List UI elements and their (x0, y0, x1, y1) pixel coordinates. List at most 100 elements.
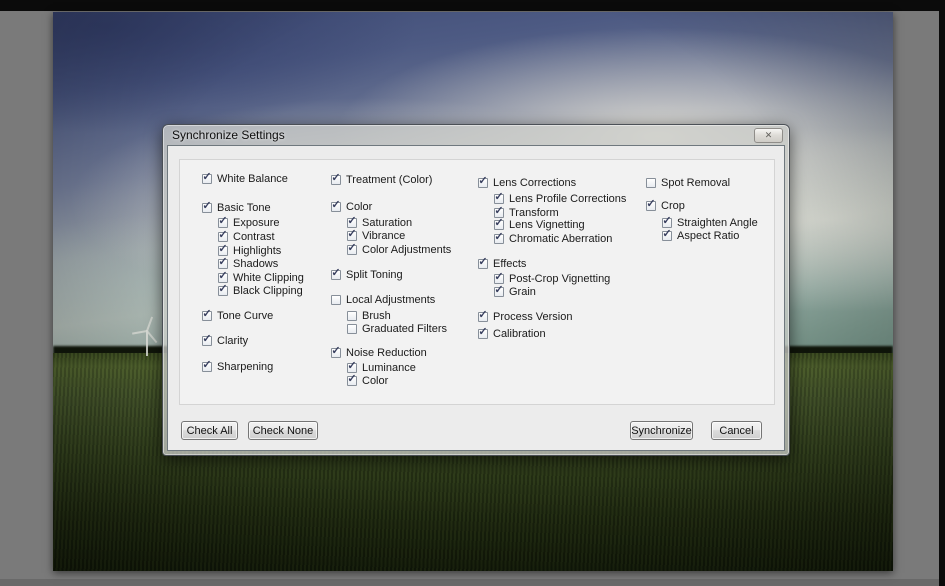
checkbox-label: Spot Removal (661, 177, 730, 189)
check-icon: ✓ (494, 273, 503, 282)
checkbox-crop[interactable]: ✓ Crop (646, 199, 685, 212)
check-none-button[interactable]: Check None (248, 421, 318, 440)
synchronize-settings-dialog: Synchronize Settings ✕ ✓White Balance ✓ B… (162, 124, 790, 456)
checkbox-box: ✓ (202, 336, 212, 346)
checkbox-graduated-filters[interactable]: Graduated Filters (347, 322, 447, 335)
check-icon: ✓ (331, 174, 340, 183)
checkbox-label: Black Clipping (233, 285, 303, 297)
checkbox-box: ✓ (347, 376, 357, 386)
checkbox-label: Local Adjustments (346, 294, 435, 306)
checkbox-label: Color Adjustments (362, 244, 451, 256)
checkbox-box: ✓ (494, 234, 504, 244)
check-icon: ✓ (202, 361, 211, 370)
checkbox-box: ✓ (662, 231, 672, 241)
checkbox-straighten-angle[interactable]: ✓Straighten Angle (662, 216, 758, 229)
checkbox-box: ✓ (202, 311, 212, 321)
checkbox-label: Tone Curve (217, 310, 273, 322)
checkbox-box: ✓ (494, 208, 504, 218)
checkbox-saturation[interactable]: ✓ Saturation (347, 216, 412, 229)
checkbox-box: ✓ (478, 312, 488, 322)
checkbox-label: Saturation (362, 217, 412, 229)
checkbox-treatment-color[interactable]: ✓ Treatment (Color) (331, 173, 432, 186)
checkbox-spot-removal[interactable]: Spot Removal (646, 176, 730, 189)
checkbox-box: ✓ (331, 270, 341, 280)
checkbox-box: ✓ (218, 218, 228, 228)
checkbox-grain[interactable]: ✓Grain (494, 285, 536, 298)
checkbox-label: Color (362, 375, 388, 387)
checkbox-calibration[interactable]: ✓ Calibration (478, 327, 546, 340)
checkbox-brush[interactable]: Brush (347, 309, 391, 322)
checkbox-label: White Clipping (233, 272, 304, 284)
checkbox-box (646, 178, 656, 188)
checkbox-box (347, 311, 357, 321)
checkbox-box: ✓ (218, 232, 228, 242)
checkbox-vibrance[interactable]: ✓Vibrance (347, 229, 405, 242)
checkbox-box: ✓ (494, 287, 504, 297)
check-all-button[interactable]: Check All (181, 421, 238, 440)
checkbox-color[interactable]: ✓Color (331, 200, 372, 213)
check-icon: ✓ (347, 217, 356, 226)
check-icon: ✓ (478, 328, 487, 337)
checkbox-box: ✓ (347, 231, 357, 241)
checkbox-lens-corrections[interactable]: ✓Lens Corrections (478, 176, 576, 189)
close-icon: ✕ (765, 131, 773, 140)
checkbox-split-toning[interactable]: ✓Split Toning (331, 268, 403, 281)
checkbox-label: Color (346, 201, 372, 213)
checkbox-contrast[interactable]: ✓Contrast (218, 230, 275, 243)
checkbox-clarity[interactable]: ✓Clarity (202, 334, 248, 347)
check-icon: ✓ (646, 200, 655, 209)
cancel-button[interactable]: Cancel (711, 421, 762, 440)
checkbox-process-version[interactable]: ✓Process Version (478, 310, 572, 323)
check-icon: ✓ (202, 310, 211, 319)
checkbox-noise-color[interactable]: ✓ Color (347, 374, 388, 387)
checkbox-black-clipping[interactable]: ✓ Black Clipping (218, 284, 303, 297)
check-icon: ✓ (494, 219, 503, 228)
check-icon: ✓ (202, 335, 211, 344)
check-icon: ✓ (347, 362, 356, 371)
checkbox-box: ✓ (347, 363, 357, 373)
checkbox-box: ✓ (218, 286, 228, 296)
checkbox-box: ✓ (347, 218, 357, 228)
checkbox-white-clipping[interactable]: ✓White Clipping (218, 271, 304, 284)
checkbox-box: ✓ (202, 174, 212, 184)
checkbox-lens-vignetting[interactable]: ✓ Lens Vignetting (494, 218, 585, 231)
bottom-bar (0, 579, 939, 586)
checkbox-aspect-ratio[interactable]: ✓Aspect Ratio (662, 229, 739, 242)
checkbox-label: Calibration (493, 328, 546, 340)
check-icon: ✓ (331, 269, 340, 278)
checkbox-local-adjustments[interactable]: Local Adjustments (331, 293, 435, 306)
check-icon: ✓ (494, 286, 503, 295)
checkbox-label: Lens Vignetting (509, 219, 585, 231)
checkbox-label: Noise Reduction (346, 347, 427, 359)
checkbox-label: Exposure (233, 217, 279, 229)
checkbox-box: ✓ (646, 201, 656, 211)
checkbox-label: Sharpening (217, 361, 273, 373)
checkbox-label: Treatment (Color) (346, 174, 432, 186)
synchronize-button[interactable]: Synchronize (630, 421, 693, 440)
checkbox-label: Crop (661, 200, 685, 212)
checkbox-post-crop-vignetting[interactable]: ✓Post-Crop Vignetting (494, 272, 610, 285)
checkbox-color-adjustments[interactable]: ✓Color Adjustments (347, 243, 451, 256)
checkbox-exposure[interactable]: ✓ Exposure (218, 216, 279, 229)
checkbox-label: Shadows (233, 258, 278, 270)
close-button[interactable]: ✕ (754, 128, 783, 143)
dialog-titlebar[interactable]: Synchronize Settings (163, 125, 789, 145)
check-icon: ✓ (347, 375, 356, 384)
checkbox-luminance[interactable]: ✓Luminance (347, 361, 416, 374)
checkbox-effects[interactable]: ✓Effects (478, 257, 526, 270)
checkbox-box: ✓ (218, 259, 228, 269)
check-icon: ✓ (202, 202, 211, 211)
check-icon: ✓ (478, 177, 487, 186)
checkbox-sharpening[interactable]: ✓ Sharpening (202, 360, 273, 373)
checkbox-white-balance[interactable]: ✓White Balance (202, 172, 288, 185)
checkbox-label: Basic Tone (217, 202, 271, 214)
check-icon: ✓ (331, 347, 340, 356)
checkbox-chromatic-aberration[interactable]: ✓Chromatic Aberration (494, 232, 612, 245)
checkbox-box: ✓ (494, 194, 504, 204)
checkbox-shadows[interactable]: ✓ Shadows (218, 257, 278, 270)
checkbox-lens-profile-corrections[interactable]: ✓Lens Profile Corrections (494, 192, 626, 205)
check-icon: ✓ (218, 245, 227, 254)
checkbox-basic-tone[interactable]: ✓ Basic Tone (202, 201, 271, 214)
checkbox-noise-reduction[interactable]: ✓ Noise Reduction (331, 346, 427, 359)
checkbox-tone-curve[interactable]: ✓ Tone Curve (202, 309, 273, 322)
